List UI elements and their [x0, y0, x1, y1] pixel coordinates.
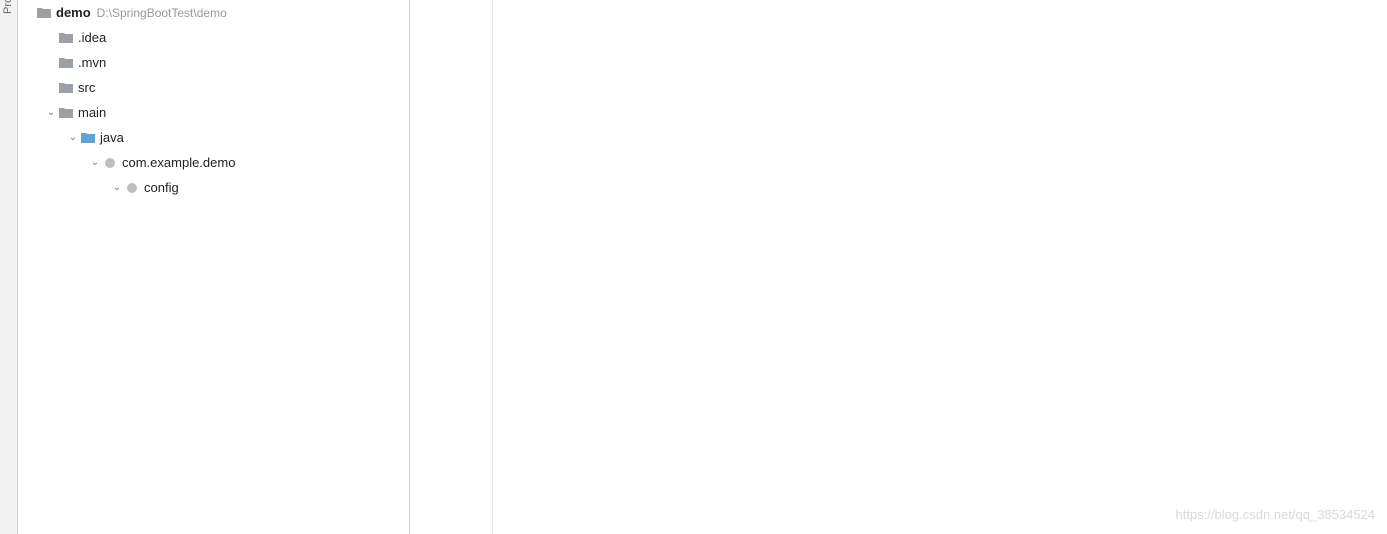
tree-label: java: [100, 130, 124, 145]
tree-label: .idea: [78, 30, 106, 45]
tree-node-mvn[interactable]: .mvn: [18, 50, 409, 75]
tree-label: src: [78, 80, 95, 95]
folder-icon: [58, 80, 74, 96]
editor-gutter: [410, 0, 492, 534]
pkg-icon: [102, 155, 118, 171]
code-editor[interactable]: https://blog.csdn.net/qq_38534524: [410, 0, 1387, 534]
folder-icon: [58, 55, 74, 71]
folder-icon: [36, 5, 52, 21]
chevron-down-icon[interactable]: ⌄: [88, 156, 102, 170]
chevron-down-icon[interactable]: ⌄: [66, 131, 80, 145]
tree-label: demo: [56, 5, 91, 20]
chevron-none-icon: [22, 6, 36, 20]
tree-node-root[interactable]: demo D:\SpringBootTest\demo: [18, 0, 409, 25]
chevron-none-icon: [44, 56, 58, 70]
tree-path: D:\SpringBootTest\demo: [97, 6, 227, 20]
left-tab-label: Pro: [2, 0, 14, 14]
left-tool-tab[interactable]: Pro: [0, 0, 18, 534]
project-tree-panel[interactable]: demo D:\SpringBootTest\demo .idea .mvn src ⌄ m…: [18, 0, 410, 534]
tree-node-idea[interactable]: .idea: [18, 25, 409, 50]
editor-code-area[interactable]: [492, 0, 1387, 534]
tree-node-pkg[interactable]: ⌄ com.example.demo: [18, 150, 409, 175]
tree-node-main[interactable]: ⌄ main: [18, 100, 409, 125]
watermark-text: https://blog.csdn.net/qq_38534524: [1176, 502, 1376, 528]
tree-node-java[interactable]: ⌄ java: [18, 125, 409, 150]
tree-node-src[interactable]: src: [18, 75, 409, 100]
folder-src-icon: [80, 130, 96, 146]
indent-guide: [492, 0, 493, 534]
pkg-icon: [124, 180, 140, 196]
chevron-none-icon: [44, 31, 58, 45]
folder-icon: [58, 30, 74, 46]
chevron-down-icon[interactable]: ⌄: [44, 106, 58, 120]
tree-label: com.example.demo: [122, 155, 235, 170]
tree-node-config[interactable]: ⌄ config: [18, 175, 409, 200]
chevron-down-icon[interactable]: ⌄: [110, 181, 124, 195]
chevron-none-icon: [44, 81, 58, 95]
tree-label: main: [78, 105, 106, 120]
tree-label: config: [144, 180, 179, 195]
folder-icon: [58, 105, 74, 121]
tree-label: .mvn: [78, 55, 106, 70]
